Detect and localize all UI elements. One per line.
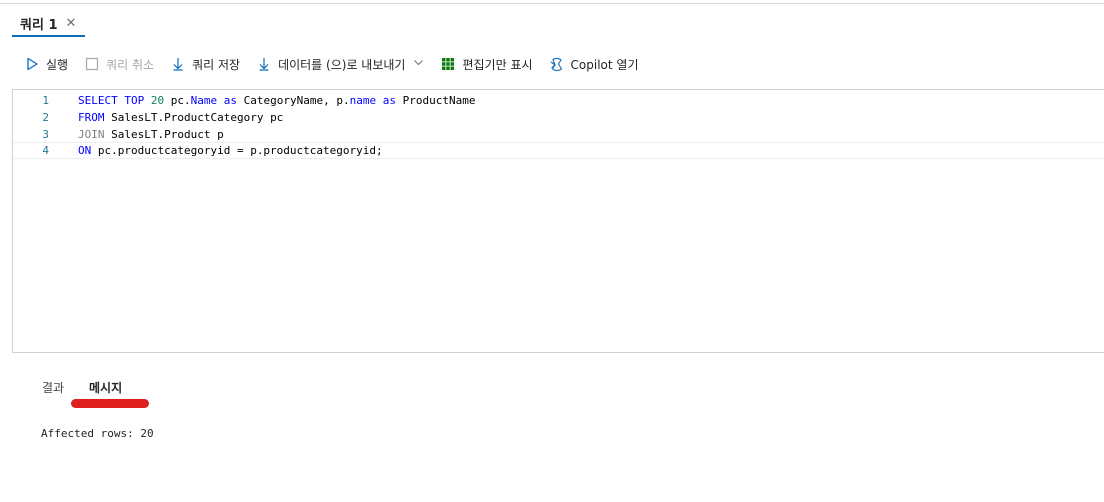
- editor-only-label: 편집기만 표시: [462, 57, 533, 72]
- highlight-underline: [71, 399, 149, 408]
- play-icon: [24, 56, 40, 72]
- run-label: 실행: [46, 57, 69, 72]
- close-icon[interactable]: ✕: [66, 17, 77, 30]
- code-text: ON pc.productcategoryid = p.productcateg…: [78, 144, 383, 157]
- open-copilot-button[interactable]: Copilot 열기: [549, 56, 639, 73]
- tab-label: 쿼리 1: [20, 17, 58, 33]
- stop-icon: [84, 56, 100, 72]
- active-tab-indicator: [12, 35, 85, 37]
- code-text: JOIN SalesLT.Product p: [78, 128, 224, 141]
- query-toolbar: 실행 쿼리 취소 쿼리 저장 데이터를 (으)로 내보내기 편집기만 표시 Co…: [24, 54, 654, 74]
- code-line-current: 4 ON pc.productcategoryid = p.productcat…: [13, 142, 1104, 159]
- sql-editor[interactable]: 1 SELECT TOP 20 pc.Name as CategoryName,…: [12, 89, 1104, 353]
- cancel-query-button[interactable]: 쿼리 취소: [84, 56, 154, 73]
- affected-rows-message: Affected rows: 20: [41, 427, 154, 440]
- tab-results[interactable]: 결과: [42, 379, 64, 396]
- export-data-label: 데이터를 (으)로 내보내기: [278, 57, 406, 72]
- chevron-down-icon: [413, 57, 424, 71]
- line-number: 4: [42, 144, 49, 157]
- code-line: 1 SELECT TOP 20 pc.Name as CategoryName,…: [13, 92, 1104, 109]
- code-line: 3 JOIN SalesLT.Product p: [13, 126, 1104, 143]
- save-query-button[interactable]: 쿼리 저장: [170, 56, 240, 73]
- tab-query-1[interactable]: 쿼리 1 ✕: [12, 8, 86, 38]
- code-text: SELECT TOP 20 pc.Name as CategoryName, p…: [78, 94, 476, 107]
- download-icon: [256, 56, 272, 72]
- line-number: 1: [42, 94, 49, 107]
- export-data-button[interactable]: 데이터를 (으)로 내보내기: [256, 56, 424, 73]
- grid-icon: [440, 56, 456, 72]
- top-divider: [0, 3, 1104, 4]
- editor-only-button[interactable]: 편집기만 표시: [440, 56, 533, 73]
- line-number: 3: [42, 128, 49, 141]
- open-copilot-label: Copilot 열기: [570, 57, 639, 72]
- cancel-query-label: 쿼리 취소: [106, 57, 155, 72]
- code-line: 2 FROM SalesLT.ProductCategory pc: [13, 109, 1104, 126]
- code-text: FROM SalesLT.ProductCategory pc: [78, 111, 284, 124]
- copilot-icon: [549, 56, 565, 72]
- download-icon: [170, 56, 186, 72]
- line-number: 2: [42, 111, 49, 124]
- tab-messages[interactable]: 메시지: [89, 379, 122, 396]
- save-query-label: 쿼리 저장: [192, 57, 241, 72]
- run-button[interactable]: 실행: [24, 56, 68, 73]
